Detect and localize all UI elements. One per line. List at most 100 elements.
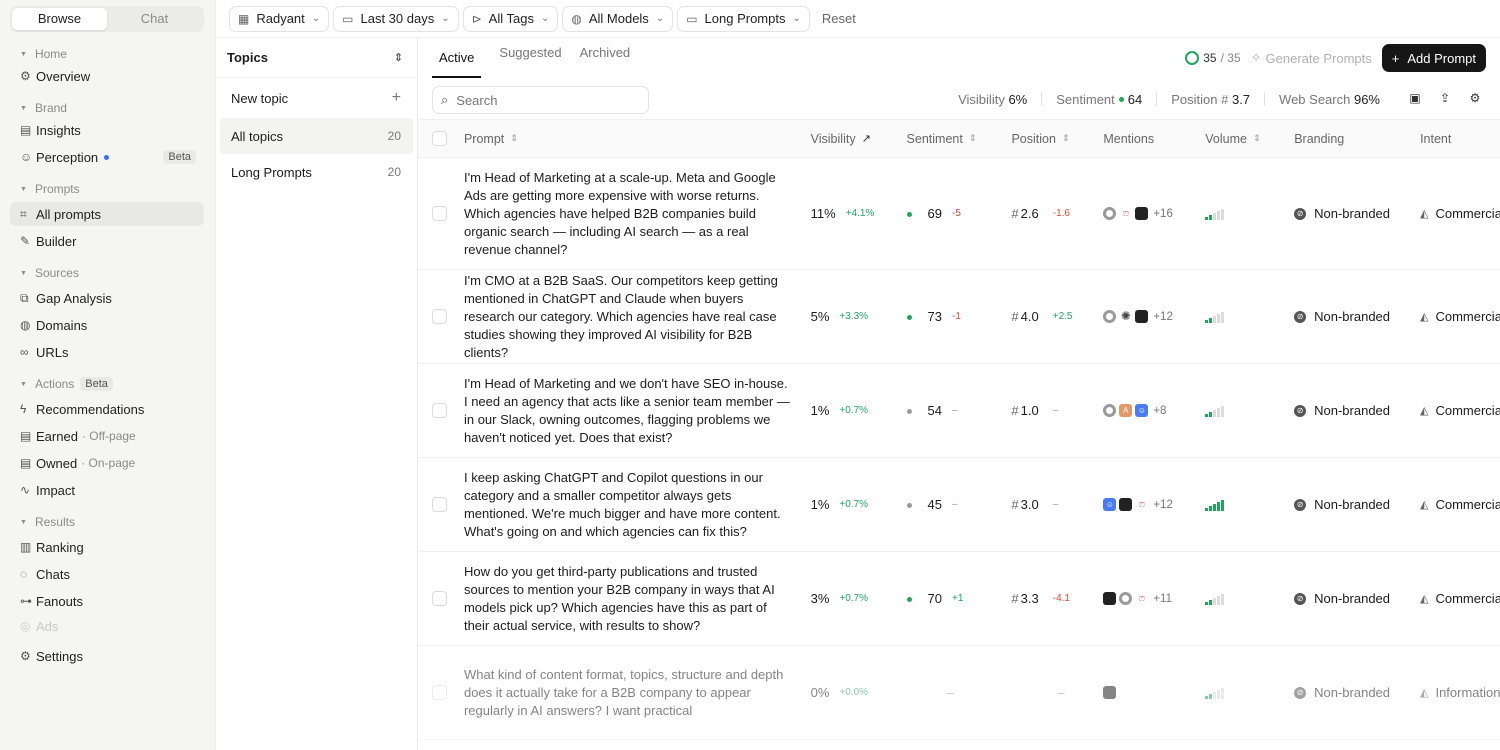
sidebar-item-overview[interactable]: ⚙ Overview [10, 64, 204, 88]
sparkle-icon: ✧ [1250, 50, 1262, 65]
col-mentions[interactable]: Mentions [1103, 132, 1205, 146]
sidebar-item-perception[interactable]: ☺ Perception Beta [10, 145, 204, 169]
topic-row[interactable]: Long Prompts 20 [220, 154, 413, 190]
mentions-cell[interactable]: A ☺ +8 [1103, 404, 1205, 417]
tag-icon: ⊳ [471, 11, 482, 26]
volume-cell [1205, 593, 1294, 605]
row-checkbox[interactable] [432, 685, 447, 700]
intent-icon: ◭ [1420, 405, 1429, 417]
prompt-text[interactable]: What kind of content format, topics, str… [464, 666, 811, 720]
prompt-text[interactable]: I'm Head of Marketing and we don't have … [464, 375, 811, 447]
document-icon: ▤ [20, 429, 32, 443]
models-filter[interactable]: ◍ All Models ⌄ [562, 5, 674, 32]
mentions-cell[interactable]: ෆ +11 [1103, 592, 1205, 605]
volume-bar [1213, 597, 1217, 605]
sidebar-item-fanouts[interactable]: ⊶ Fanouts [10, 589, 204, 613]
col-prompt[interactable]: Prompt ⇕ [464, 132, 811, 146]
intent-cell: ◭ Commercial [1420, 403, 1500, 418]
table-row[interactable]: I keep asking ChatGPT and Copilot questi… [418, 458, 1500, 552]
sentiment-dot [906, 591, 918, 606]
col-visibility[interactable]: Visibility ↗ [811, 132, 907, 146]
table-row[interactable]: I'm Head of Marketing at a scale-up. Met… [418, 158, 1500, 270]
branding-icon: ⊘ [1294, 310, 1307, 323]
sidebar-item-earned[interactable]: ▤ Earned · Off-page [10, 424, 204, 448]
folder-filter[interactable]: ▭ Long Prompts ⌄ [677, 5, 810, 32]
row-checkbox[interactable] [432, 591, 447, 606]
select-all-checkbox[interactable] [432, 131, 447, 146]
reset-button[interactable]: Reset [822, 11, 856, 26]
search-input[interactable]: ⌕ Search [432, 86, 649, 114]
section-home[interactable]: ▼ Home [10, 44, 204, 64]
col-intent[interactable]: Intent [1420, 132, 1500, 146]
add-prompt-button[interactable]: + Add Prompt [1381, 44, 1486, 72]
mentions-cell[interactable] [1103, 686, 1205, 699]
section-prompts[interactable]: ▼ Prompts [10, 179, 204, 199]
date-filter-label: Last 30 days [360, 11, 435, 26]
volume-cell [1205, 687, 1294, 699]
prompt-text[interactable]: I'm Head of Marketing at a scale-up. Met… [464, 169, 811, 259]
stat-bar: ⌕ Search Visibility 6% Sentiment 64 Positi… [418, 78, 1500, 120]
section-actions[interactable]: ▼ Actions Beta [10, 374, 204, 394]
sidebar-item-urls[interactable]: ∞ URLs [10, 340, 204, 364]
sidebar-item-insights[interactable]: ▤ Insights [10, 118, 204, 142]
visibility-value: 11% [810, 206, 836, 221]
prompt-text[interactable]: I keep asking ChatGPT and Copilot questi… [464, 469, 811, 541]
table-row[interactable]: How do you get third-party publications … [418, 552, 1500, 646]
col-branding[interactable]: Branding [1294, 132, 1420, 146]
volume-bars [1205, 311, 1294, 323]
chat-tab[interactable]: Chat [107, 8, 202, 30]
topic-row[interactable]: All topics 20 [220, 118, 413, 154]
section-label: Results [34, 515, 75, 529]
col-sentiment[interactable]: Sentiment ⇕ [907, 132, 1012, 146]
sidebar-item-domains[interactable]: ◍ Domains [10, 313, 204, 337]
sidebar-item-gap-analysis[interactable]: ⧉ Gap Analysis [10, 286, 204, 310]
prompt-text[interactable]: How do you get third-party publications … [464, 563, 811, 635]
export-icon[interactable]: ⇪ [1434, 87, 1456, 109]
sidebar-item-ads[interactable]: ◎ Ads [10, 616, 204, 636]
mentions-cell[interactable]: ✺ +12 [1103, 310, 1205, 323]
section-sources[interactable]: ▼ Sources [10, 263, 204, 283]
section-results[interactable]: ▼ Results [10, 512, 204, 532]
table-row[interactable]: I'm Head of Marketing and we don't have … [418, 364, 1500, 458]
sidebar-item-owned[interactable]: ▤ Owned · On-page [10, 451, 204, 475]
intent-value: Commercial [1435, 206, 1500, 221]
table-row[interactable]: I'm CMO at a B2B SaaS. Our competitors k… [418, 270, 1500, 364]
new-topic-button[interactable]: New topic + [220, 78, 413, 118]
sentiment-cell: – [907, 685, 1012, 700]
section-brand[interactable]: ▼ Brand [10, 98, 204, 118]
brand-filter[interactable]: ▦ Radyant ⌄ [229, 5, 330, 32]
mentions-more: +16 [1153, 207, 1173, 220]
visibility-change: +0.7% [839, 499, 869, 510]
mentions-cell[interactable]: ☺ ෆ +12 [1103, 498, 1205, 511]
prompt-text[interactable]: I'm CMO at a B2B SaaS. Our competitors k… [464, 272, 811, 362]
row-checkbox[interactable] [432, 497, 447, 512]
sidebar-item-all-prompts[interactable]: ⌗ All prompts [10, 202, 204, 226]
sentiment-dot [906, 309, 918, 324]
stat-label: Position # [1171, 91, 1229, 107]
row-checkbox[interactable] [432, 206, 447, 221]
generate-prompts-button[interactable]: ✧ Generate Prompts [1251, 50, 1372, 66]
table-row[interactable]: What kind of content format, topics, str… [418, 646, 1500, 740]
col-volume[interactable]: Volume ⇕ [1205, 132, 1294, 146]
columns-icon[interactable]: ▣ [1404, 87, 1426, 109]
row-checkbox[interactable] [432, 403, 447, 418]
tab-suggested[interactable]: Suggested [499, 38, 561, 78]
tags-filter[interactable]: ⊳ All Tags ⌄ [462, 5, 559, 32]
row-checkbox[interactable] [432, 309, 447, 324]
settings-icon[interactable]: ⚙ [1464, 87, 1486, 109]
visibility-value: 1% [810, 497, 830, 512]
sidebar-item-settings[interactable]: ⚙ Settings [10, 644, 204, 668]
sidebar-item-impact[interactable]: ∿ Impact [10, 478, 204, 502]
sidebar-item-recommendations[interactable]: ϟ Recommendations [10, 397, 204, 421]
sidebar-item-chats[interactable]: ◌ Chats [10, 562, 204, 586]
topics-header[interactable]: Topics ⇕ [216, 38, 417, 78]
tab-active[interactable]: Active [432, 38, 482, 78]
browse-tab[interactable]: Browse [12, 8, 107, 30]
date-filter[interactable]: ▭ Last 30 days ⌄ [333, 5, 459, 32]
tab-archived[interactable]: Archived [580, 38, 631, 78]
mentions-cell[interactable]: ෆ +16 [1103, 207, 1205, 220]
sidebar-item-builder[interactable]: ✎ Builder [10, 229, 204, 253]
col-position[interactable]: Position ⇕ [1011, 132, 1103, 146]
sidebar-item-ranking[interactable]: ▥ Ranking [10, 535, 204, 559]
sidebar-item-label: URLs [36, 344, 69, 360]
